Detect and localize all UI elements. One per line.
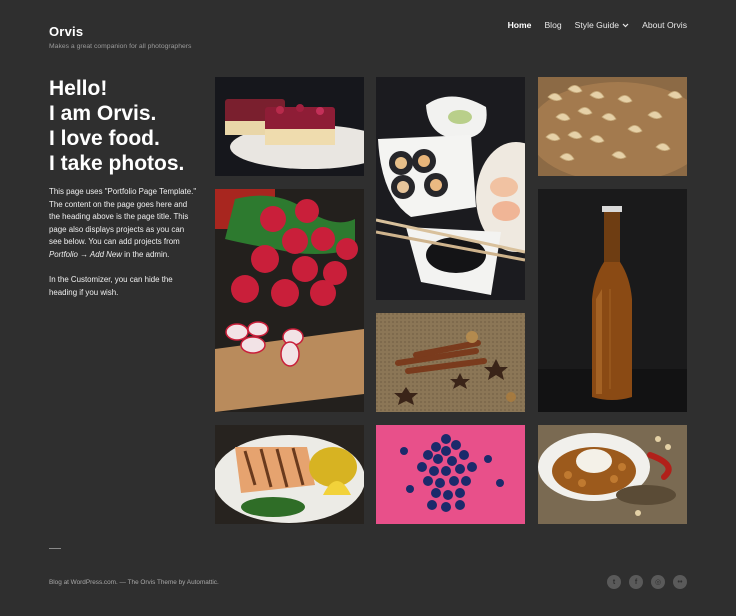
intro-emphasis: Portfolio → Add New [49,249,122,259]
footer-divider [49,548,61,549]
cashews-image [538,77,687,176]
portfolio-item-cashews[interactable] [538,77,687,176]
nav-item-style-guide[interactable]: Style Guide [575,20,629,30]
primary-nav: Home Blog Style Guide About Orvis [508,20,687,30]
radishes-image [215,189,364,412]
intro-paragraph: This page uses "Portfolio Page Template.… [49,186,197,262]
beer-image [538,189,687,412]
portfolio-item-cinnamon[interactable] [376,313,525,412]
intro-paragraph: In the Customizer, you can hide the head… [49,275,173,297]
blueberries-image [376,425,525,524]
intro-text: This page uses "Portfolio Page Template.… [49,187,197,247]
salmon-image [215,425,364,524]
footer-credit[interactable]: Blog at WordPress.com. — The Orvis Theme… [49,579,219,586]
curry-image [538,425,687,524]
site-title[interactable]: Orvis [49,24,83,39]
portfolio-item-curry[interactable] [538,425,687,524]
portfolio-item-radishes[interactable] [215,189,364,412]
facebook-icon[interactable]: f [629,575,643,589]
site-description: Makes a great companion for all photogra… [49,43,192,50]
flickr-icon[interactable]: •• [673,575,687,589]
cake-image [215,77,364,176]
page-title: Hello! I am Orvis. I love food. I take p… [49,76,209,176]
page-title-line: Hello! [49,77,108,100]
twitter-icon[interactable]: t [607,575,621,589]
instagram-icon[interactable]: ◎ [651,575,665,589]
nav-item-blog[interactable]: Blog [544,20,561,30]
portfolio-item-cake[interactable] [215,77,364,176]
page-title-line: I am Orvis. [49,102,157,125]
portfolio-item-beer[interactable] [538,189,687,412]
portfolio-item-salmon[interactable] [215,425,364,524]
page-content: This page uses "Portfolio Page Template.… [49,186,197,312]
page-title-line: I take photos. [49,152,185,175]
cinnamon-image [376,313,525,412]
page-title-line: I love food. [49,127,160,150]
portfolio-item-blueberries[interactable] [376,425,525,524]
social-links: t f ◎ •• [607,575,687,589]
chevron-down-icon [622,23,629,30]
nav-item-home[interactable]: Home [508,20,532,30]
sushi-image [376,77,525,300]
nav-item-about[interactable]: About Orvis [642,20,687,30]
nav-item-style-guide-label: Style Guide [574,20,620,30]
portfolio-item-sushi[interactable] [376,77,525,300]
intro-text: in the admin. [121,249,170,259]
